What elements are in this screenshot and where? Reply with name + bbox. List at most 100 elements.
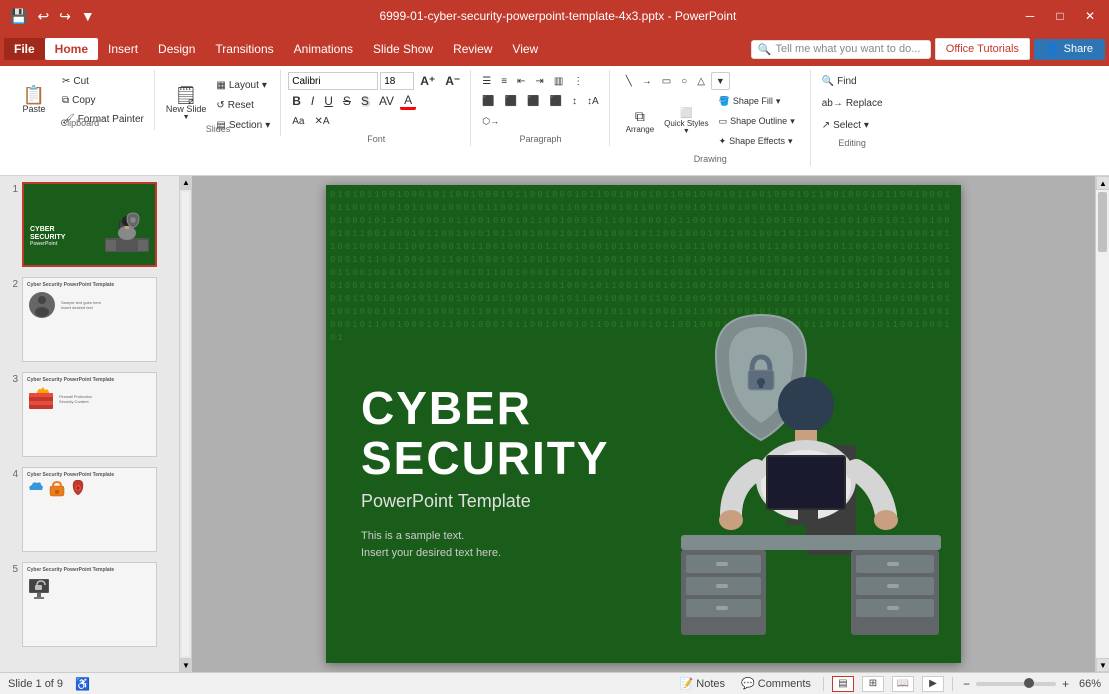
status-divider bbox=[823, 677, 824, 691]
menu-view[interactable]: View bbox=[502, 38, 548, 60]
new-slide-label: New Slide bbox=[166, 104, 207, 114]
scroll-up-button[interactable]: ▲ bbox=[180, 176, 192, 190]
slide-thumb-3[interactable]: 3 Cyber Security PowerPoint Template bbox=[4, 370, 175, 459]
scroll-down-button[interactable]: ▼ bbox=[180, 658, 192, 672]
bullet-list-button[interactable]: ☰ bbox=[478, 72, 495, 90]
font-color-button[interactable]: A bbox=[400, 92, 416, 110]
office-tutorials-button[interactable]: Office Tutorials bbox=[935, 38, 1030, 60]
increase-indent-button[interactable]: ⇥ bbox=[531, 72, 547, 90]
shape-fill-button[interactable]: 🪣 Shape Fill▾ bbox=[715, 92, 799, 110]
rect-tool[interactable]: ▭ bbox=[658, 72, 675, 90]
increase-font-button[interactable]: A⁺ bbox=[416, 72, 439, 90]
line-tool[interactable]: ╲ bbox=[622, 72, 636, 90]
zoom-track[interactable] bbox=[976, 682, 1056, 686]
para-row-1: ☰ ≡ ⇤ ⇥ ▥ ⋮ bbox=[478, 72, 602, 90]
save-icon[interactable]: 💾 bbox=[8, 6, 29, 27]
font-spacing-button[interactable]: AV bbox=[375, 92, 398, 110]
text-direction-button[interactable]: ↕A bbox=[583, 92, 603, 110]
slide-thumb-4[interactable]: 4 Cyber Security PowerPoint Template bbox=[4, 465, 175, 554]
menu-review[interactable]: Review bbox=[443, 38, 502, 60]
align-left-button[interactable]: ⬛ bbox=[478, 92, 498, 110]
more-shapes-button[interactable]: ▼ bbox=[711, 72, 730, 90]
arrange-button[interactable]: ⧉ Arrange bbox=[622, 96, 658, 146]
menu-transitions[interactable]: Transitions bbox=[205, 38, 283, 60]
cut-button[interactable]: ✂ Cut bbox=[58, 72, 148, 90]
find-button[interactable]: 🔍 Find bbox=[818, 72, 887, 90]
numbered-list-button[interactable]: ≡ bbox=[497, 72, 511, 90]
copy-label: Copy bbox=[72, 95, 95, 106]
font-case-button[interactable]: Aa bbox=[288, 112, 308, 130]
maximize-button[interactable]: □ bbox=[1049, 5, 1071, 27]
shape-outline-button[interactable]: ▭ Shape Outline▾ bbox=[715, 112, 799, 130]
menu-design[interactable]: Design bbox=[148, 38, 205, 60]
slide-sorter-button[interactable]: ⊞ bbox=[862, 676, 884, 692]
copy-button[interactable]: ⧉ Copy bbox=[58, 91, 148, 109]
bold-button[interactable]: B bbox=[288, 92, 305, 110]
zoom-control: − + bbox=[961, 677, 1071, 691]
comments-button[interactable]: 💬 Comments bbox=[737, 677, 815, 690]
select-button[interactable]: ↗ Select▾ bbox=[818, 116, 887, 134]
vertical-scroll-thumb[interactable] bbox=[1098, 192, 1107, 252]
decrease-font-button[interactable]: A⁻ bbox=[441, 72, 464, 90]
layout-button[interactable]: ▦ Layout▾ bbox=[212, 76, 274, 94]
quick-styles-button[interactable]: ⬜ Quick Styles ▼ bbox=[660, 96, 712, 146]
slide-body-line1: This is a sample text. bbox=[361, 528, 610, 545]
menu-insert[interactable]: Insert bbox=[98, 38, 148, 60]
line-spacing-button[interactable]: ↕ bbox=[568, 92, 581, 110]
decrease-indent-button[interactable]: ⇤ bbox=[513, 72, 529, 90]
columns-button[interactable]: ▥ bbox=[550, 72, 567, 90]
app-body: 1 CYBER SECURITY PowerPoint bbox=[0, 176, 1109, 672]
font-size-input[interactable] bbox=[380, 72, 414, 90]
close-button[interactable]: ✕ bbox=[1079, 5, 1101, 27]
underline-button[interactable]: U bbox=[320, 92, 337, 110]
menu-home[interactable]: Home bbox=[45, 38, 98, 60]
menu-file[interactable]: File bbox=[4, 38, 45, 60]
share-button[interactable]: 👤 Share bbox=[1034, 39, 1105, 60]
scroll-thumb-vertical[interactable] bbox=[182, 192, 189, 656]
align-right-button[interactable]: ⬛ bbox=[523, 92, 543, 110]
clear-format-button[interactable]: ✕A bbox=[310, 112, 333, 130]
oval-tool[interactable]: ○ bbox=[677, 72, 691, 90]
align-center-button[interactable]: ⬛ bbox=[501, 92, 521, 110]
reset-button[interactable]: ↺ Reset bbox=[212, 96, 274, 114]
title-bar-right: ─ □ ✕ bbox=[1019, 5, 1101, 27]
redo-icon[interactable]: ↪ bbox=[57, 6, 73, 27]
copy-icon: ⧉ bbox=[62, 95, 69, 106]
font-name-input[interactable] bbox=[288, 72, 378, 90]
slide-thumb-1[interactable]: 1 CYBER SECURITY PowerPoint bbox=[4, 180, 175, 269]
justify-button[interactable]: ⬛ bbox=[546, 92, 566, 110]
normal-view-button[interactable]: ▤ bbox=[832, 676, 854, 692]
scroll-top-button[interactable]: ▲ bbox=[1096, 176, 1109, 190]
convert-to-smartart-button[interactable]: ⬡→ bbox=[478, 112, 503, 130]
zoom-level[interactable]: 66% bbox=[1079, 678, 1101, 690]
shape-effects-button[interactable]: ✦ Shape Effects▾ bbox=[715, 132, 799, 150]
smart-art-button[interactable]: ⋮ bbox=[569, 72, 587, 90]
italic-button[interactable]: I bbox=[307, 92, 318, 110]
slide-thumb-2[interactable]: 2 Cyber Security PowerPoint Template Sam… bbox=[4, 275, 175, 364]
font-row-1: A⁺ A⁻ bbox=[288, 72, 464, 90]
zoom-thumb[interactable] bbox=[1024, 678, 1034, 688]
strikethrough-button[interactable]: S bbox=[339, 92, 355, 110]
slide-canvas[interactable]: 0101011001000101100100010110010001011001… bbox=[326, 185, 961, 663]
menu-animations[interactable]: Animations bbox=[284, 38, 363, 60]
slide-thumb-5[interactable]: 5 Cyber Security PowerPoint Template bbox=[4, 560, 175, 649]
menu-slideshow[interactable]: Slide Show bbox=[363, 38, 443, 60]
undo-icon[interactable]: ↩ bbox=[35, 6, 51, 27]
scroll-bottom-button[interactable]: ▼ bbox=[1096, 658, 1109, 672]
notes-button[interactable]: 📝 Notes bbox=[676, 677, 729, 690]
customize-qat-icon[interactable]: ▼ bbox=[79, 6, 97, 26]
tell-me-input[interactable]: 🔍 Tell me what you want to do... bbox=[751, 40, 931, 59]
slide-subtitle: PowerPoint Template bbox=[361, 491, 610, 512]
zoom-in-button[interactable]: + bbox=[1060, 677, 1071, 691]
new-slide-button[interactable]: 🗒 New Slide ▼ bbox=[162, 75, 211, 131]
slide4-icons bbox=[27, 480, 152, 498]
replace-button[interactable]: ab→ Replace bbox=[818, 94, 887, 112]
minimize-button[interactable]: ─ bbox=[1019, 5, 1041, 27]
triangle-tool[interactable]: △ bbox=[693, 72, 709, 90]
paste-button[interactable]: 📋 Paste bbox=[12, 72, 56, 128]
slideshow-button[interactable]: ▶ bbox=[922, 676, 944, 692]
zoom-out-button[interactable]: − bbox=[961, 677, 972, 691]
arrow-tool[interactable]: → bbox=[638, 72, 656, 90]
reading-view-button[interactable]: 📖 bbox=[892, 676, 914, 692]
text-shadow-button[interactable]: S bbox=[357, 92, 373, 110]
